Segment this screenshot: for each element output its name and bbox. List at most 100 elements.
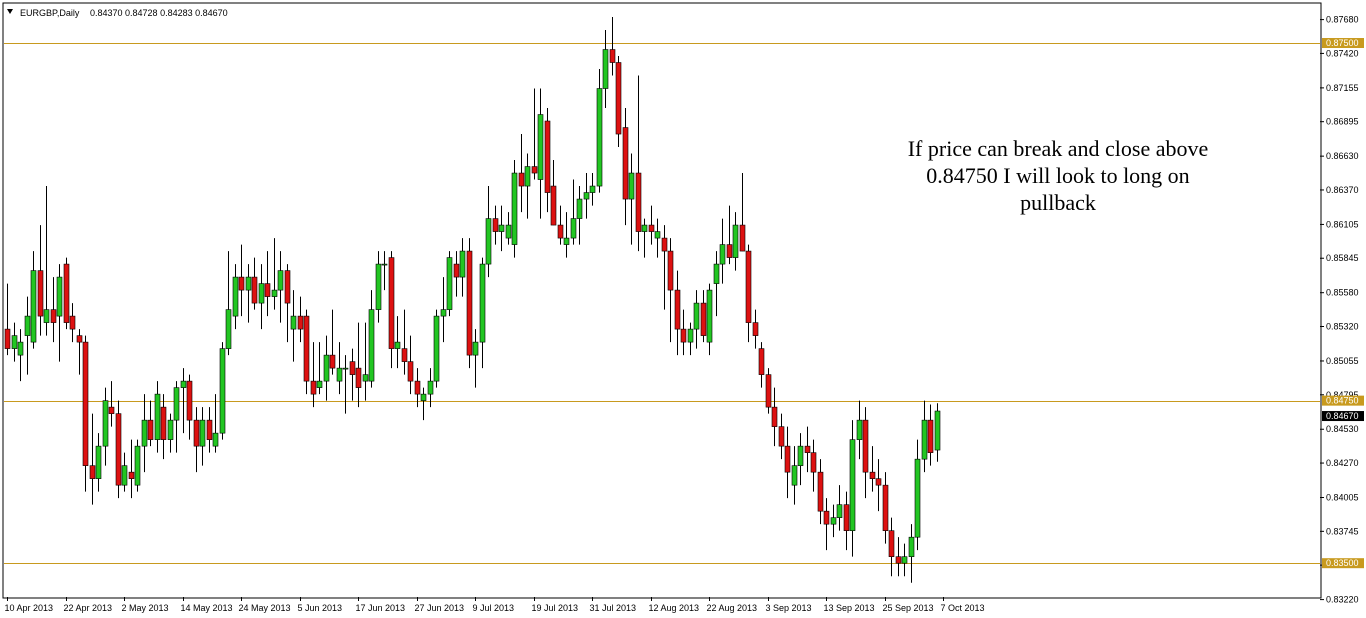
- candle-body: [245, 276, 252, 291]
- x-tick-label: 14 May 2013: [181, 603, 233, 613]
- candle-body: [30, 270, 37, 343]
- candle-body: [225, 309, 232, 349]
- x-tick-label: 27 Jun 2013: [415, 603, 465, 613]
- candle: [115, 400, 122, 499]
- candle-body: [180, 380, 187, 388]
- candle-body: [648, 224, 655, 232]
- candle-body: [596, 88, 603, 187]
- candle-body: [56, 276, 63, 317]
- candle-body: [355, 367, 362, 388]
- candle-body: [693, 302, 700, 330]
- candle-body: [492, 218, 499, 232]
- candle-body: [823, 510, 830, 525]
- candle-body: [934, 410, 941, 451]
- candle-body: [901, 556, 908, 564]
- y-tick-label: 0.84005: [1326, 493, 1359, 503]
- candle-body: [141, 419, 148, 447]
- candle-body: [258, 283, 265, 304]
- candle-body: [914, 458, 921, 538]
- candle-body: [797, 445, 804, 466]
- candle: [466, 238, 473, 369]
- y-tick-label: 0.84270: [1326, 458, 1359, 468]
- candle-body: [219, 348, 226, 434]
- candle-body: [368, 309, 375, 382]
- candle-body: [154, 393, 161, 440]
- candle-body: [414, 380, 421, 395]
- candle-body: [791, 465, 798, 486]
- x-tick-label: 3 Sep 2013: [766, 603, 812, 613]
- candle-body: [466, 250, 473, 356]
- candle-body: [310, 380, 317, 395]
- x-tick-label: 31 Jul 2013: [590, 603, 637, 613]
- y-tick-label: 0.85845: [1326, 253, 1359, 263]
- y-tick-label: 0.84530: [1326, 424, 1359, 434]
- candle-body: [674, 289, 681, 330]
- y-tick-label: 0.86370: [1326, 185, 1359, 195]
- candle-body: [128, 471, 135, 479]
- candle-body: [349, 361, 356, 375]
- candle-body: [700, 302, 707, 336]
- candle-body: [316, 380, 323, 388]
- candle-body: [589, 185, 596, 193]
- candle-body: [199, 419, 206, 447]
- candle-body: [719, 244, 726, 265]
- candle-body: [927, 419, 934, 453]
- candle-body: [303, 315, 310, 382]
- x-tick-label: 2 May 2013: [122, 603, 169, 613]
- candle-body: [193, 419, 200, 447]
- candle-body: [251, 276, 258, 304]
- candle-body: [264, 283, 271, 297]
- candle-body: [102, 400, 109, 447]
- x-tick-label: 10 Apr 2013: [5, 603, 54, 613]
- x-tick-label: 25 Sep 2013: [883, 603, 934, 613]
- candle-body: [609, 49, 616, 63]
- candle-body: [576, 198, 583, 219]
- candle-body: [856, 419, 863, 440]
- candle-body: [69, 315, 76, 330]
- symbol-label: EURGBP,Daily: [20, 8, 80, 18]
- candle: [219, 342, 226, 440]
- candle-body: [687, 328, 694, 343]
- candle-body: [115, 413, 122, 486]
- candle-body: [661, 237, 668, 252]
- x-tick-label: 22 Apr 2013: [64, 603, 113, 613]
- candle-body: [50, 309, 57, 323]
- candle-body: [212, 432, 219, 447]
- candle-body: [17, 341, 24, 356]
- candle-body: [888, 530, 895, 557]
- candle-body: [836, 504, 843, 518]
- candle-body: [628, 172, 635, 200]
- candle-body: [778, 426, 785, 447]
- candle-body: [498, 224, 505, 232]
- candle-body: [381, 263, 388, 266]
- candle-body: [583, 192, 590, 200]
- y-tick-label: 0.85320: [1326, 322, 1359, 332]
- annotation-line-3: pullback: [1020, 190, 1096, 215]
- annotation-line-1: If price can break and close above: [908, 136, 1209, 161]
- y-tick-label: 0.85055: [1326, 356, 1359, 366]
- candle-body: [869, 471, 876, 479]
- candle-body: [654, 231, 661, 239]
- level-label: 0.87500: [1326, 38, 1359, 48]
- candle: [433, 309, 440, 388]
- x-tick-label: 12 Aug 2013: [649, 603, 700, 613]
- candle-body: [297, 315, 304, 330]
- candle-body: [121, 465, 128, 486]
- candle-body: [362, 374, 369, 382]
- candle-body: [615, 62, 622, 135]
- candle-body: [420, 393, 427, 401]
- candle-body: [849, 439, 856, 531]
- candle-body: [557, 224, 564, 239]
- candle-body: [290, 315, 297, 330]
- candle-body: [284, 270, 291, 304]
- candle-body: [908, 536, 915, 557]
- y-tick-label: 0.86105: [1326, 219, 1359, 229]
- candle-body: [479, 263, 486, 343]
- candle-body: [206, 419, 213, 440]
- candle-body: [713, 263, 720, 284]
- y-tick-label: 0.83220: [1326, 595, 1359, 605]
- candle-body: [804, 445, 811, 453]
- candle-body: [394, 341, 401, 349]
- y-tick-label: 0.87155: [1326, 83, 1359, 93]
- candle: [511, 160, 518, 258]
